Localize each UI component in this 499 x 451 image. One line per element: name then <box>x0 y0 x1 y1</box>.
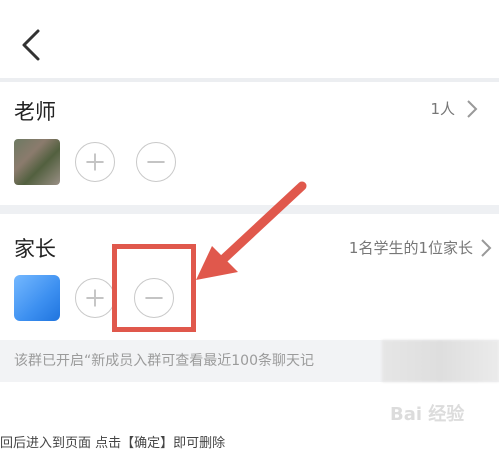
parents-title: 家长 <box>14 237 56 261</box>
teachers-count-row[interactable]: 1人 <box>430 98 479 119</box>
notice-text: 该群已开启“新成员入群可查看最近100条聊天记 <box>14 353 314 369</box>
parents-count-row[interactable]: 1名学生的1位家长 <box>349 237 493 258</box>
arrow-icon <box>196 181 307 280</box>
blurred-area <box>382 340 499 382</box>
avatar[interactable] <box>14 275 60 321</box>
chevron-right-icon <box>481 238 492 257</box>
avatar[interactable] <box>14 139 60 185</box>
teachers-title: 老师 <box>14 100 56 124</box>
watermark: Bai 经验 <box>390 404 465 425</box>
add-teacher-button[interactable] <box>75 142 115 182</box>
back-icon[interactable] <box>18 28 44 62</box>
parents-count: 1名学生的1位家长 <box>348 239 473 257</box>
bottom-caption: 回后进入到页面 点击【确定】即可删除 <box>0 436 226 451</box>
header-divider <box>0 78 499 82</box>
top-bar <box>0 0 499 78</box>
chevron-right-icon <box>467 99 478 118</box>
teachers-count: 1人 <box>430 100 455 118</box>
add-parent-button[interactable] <box>75 278 115 318</box>
remove-teacher-button[interactable] <box>136 142 176 182</box>
highlight-box <box>112 244 196 332</box>
